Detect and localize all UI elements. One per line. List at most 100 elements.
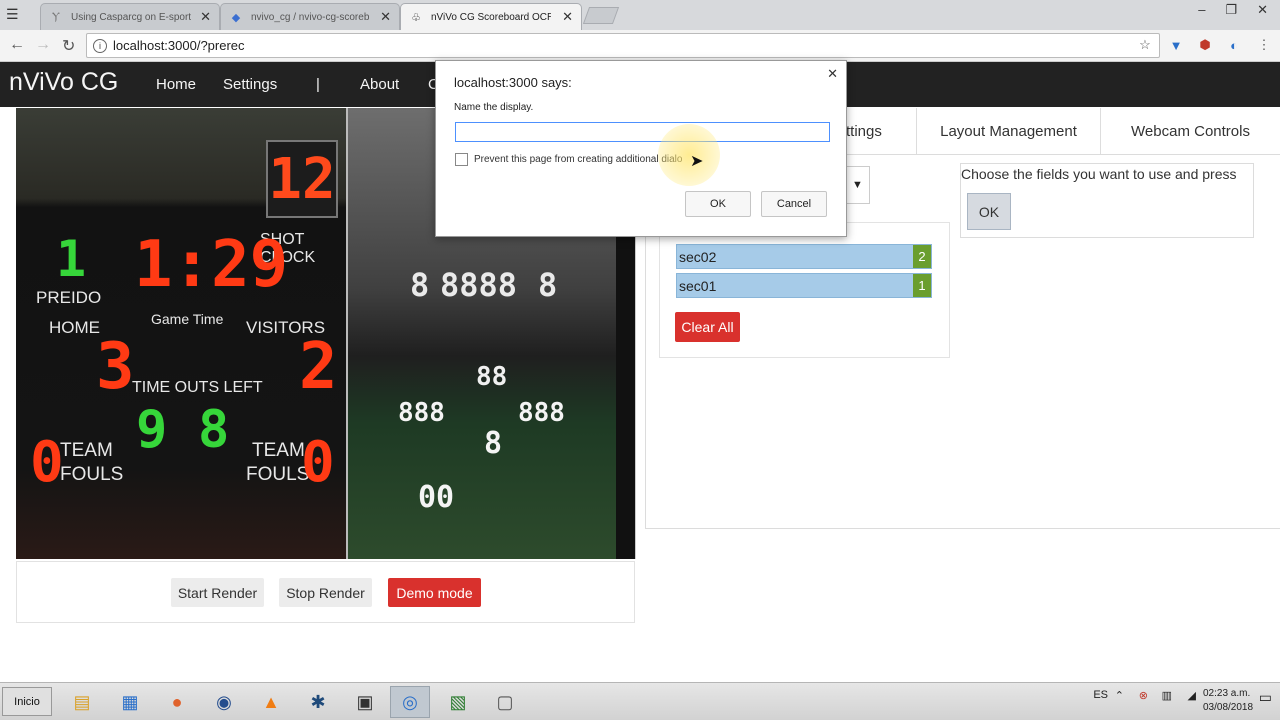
dialog-title: localhost:3000 says: — [454, 75, 572, 90]
clock-date: 03/08/2018 — [1203, 702, 1254, 713]
page-favicon-icon: ♧ — [411, 11, 421, 24]
extension-wave-icon[interactable]: ◐ — [1226, 37, 1242, 53]
controller-digit: 888 — [398, 398, 445, 428]
timeouts-label: TIME OUTS LEFT — [132, 379, 263, 396]
tab-close-icon[interactable]: ✕ — [380, 9, 391, 25]
language-indicator[interactable]: ES — [1093, 689, 1108, 701]
chrome-taskbar-icon[interactable]: ◎ — [390, 686, 430, 718]
field-item[interactable]: sec02 2 — [676, 244, 932, 269]
prevent-dialogs-label: Prevent this page from creating addition… — [474, 154, 683, 165]
home-score: 3 — [96, 330, 135, 404]
tray-arrow-icon[interactable]: ⌃ — [1115, 689, 1124, 702]
scoreboard-video: 12 SHOT CLOCK 1 1:29 PREIDO HOME Game Ti… — [16, 108, 346, 559]
extension-v-icon[interactable]: ▼ — [1168, 37, 1184, 53]
firefox-icon[interactable]: ● — [157, 686, 197, 718]
display-name-input[interactable] — [455, 122, 830, 142]
browser-tab-3[interactable]: ♧ nViVo CG Scoreboard OCR ✕ — [400, 3, 582, 30]
chrome-menu-icon[interactable]: ⋮ — [1256, 37, 1272, 53]
controller-digit: 8 — [484, 426, 503, 461]
home-team-name: PREIDO — [36, 288, 102, 307]
home-label: HOME — [49, 318, 100, 337]
controller-digit: 8 — [410, 266, 430, 304]
reload-icon[interactable]: ↻ — [62, 36, 75, 56]
prevent-dialogs-checkbox[interactable] — [455, 153, 468, 166]
browser-toolbar: ← → ↻ i localhost:3000/?prerec ☆ ▼ ⬢ ◐ ⋮ — [0, 30, 1280, 62]
home-fouls-label: FOULS — [60, 464, 124, 485]
tab-title: Using Casparcg on E-sports — [71, 11, 191, 23]
browser-tabstrip: ☰ Ⲩ Using Casparcg on E-sports ✕ ◆ nvivo… — [0, 0, 1280, 30]
gitlab-favicon-icon: ◆ — [231, 11, 241, 24]
demo-mode-button[interactable]: Demo mode — [388, 578, 481, 607]
field-name: sec02 — [679, 248, 717, 265]
notification-icon[interactable]: ▭ — [1259, 689, 1272, 706]
start-button[interactable]: Inicio — [2, 687, 52, 716]
cursor-highlight — [658, 124, 720, 186]
file-explorer-icon[interactable]: ▤ — [62, 686, 102, 718]
clear-all-button[interactable]: Clear All — [675, 312, 740, 342]
vlc-icon[interactable]: ▲ — [251, 686, 291, 718]
youtube-favicon-icon: Ⲩ — [52, 10, 60, 23]
visitors-team-label: TEAM — [252, 440, 305, 461]
clock-time: 02:23 a.m. — [1203, 688, 1251, 699]
ublock-icon[interactable]: ⬢ — [1197, 37, 1213, 53]
url-text: localhost:3000/?prerec — [113, 38, 245, 53]
brand-logo[interactable]: nViVo CG — [9, 68, 118, 97]
caret-down-icon[interactable]: ▼ — [846, 166, 870, 204]
taskbar: Inicio ▤ ▦ ● ◉ ▲ ✱ ▣ ◎ ▧ ▢ ES ⌃ ⊗ ▥ ◢ 02… — [0, 682, 1280, 720]
tray-block-icon[interactable]: ⊗ — [1139, 689, 1148, 702]
settings-tabs: ttings Layout Management Webcam Controls — [846, 108, 1280, 154]
bookmark-star-icon[interactable]: ☆ — [1137, 37, 1153, 53]
window-close-icon[interactable]: ✕ — [1257, 2, 1268, 18]
terminal-icon[interactable]: ▣ — [345, 686, 385, 718]
tab-title: nvivo_cg / nvivo-cg-scoreb — [251, 11, 370, 23]
globe-icon[interactable]: ◉ — [204, 686, 244, 718]
game-time-label: Game Time — [151, 311, 224, 327]
new-tab-button[interactable] — [582, 7, 620, 24]
start-render-button[interactable]: Start Render — [171, 578, 264, 607]
browser-tab-1[interactable]: Ⲩ Using Casparcg on E-sports ✕ — [40, 3, 220, 30]
dialog-ok-button[interactable]: OK — [685, 191, 751, 217]
tab-close-icon[interactable]: ✕ — [562, 9, 573, 25]
maximize-icon[interactable]: ❐ — [1225, 2, 1237, 18]
prompt-dialog: localhost:3000 says: ✕ Name the display.… — [435, 60, 847, 237]
info-icon[interactable]: i — [93, 38, 107, 53]
field-badge: 1 — [913, 274, 931, 297]
game-time-display: 1:29 — [134, 228, 289, 302]
visitors-fouls-label: FOULS — [246, 464, 310, 485]
stop-render-button[interactable]: Stop Render — [279, 578, 372, 607]
dialog-close-icon[interactable]: ✕ — [827, 66, 838, 82]
field-item[interactable]: sec01 1 — [676, 273, 932, 298]
home-fouls: 0 — [30, 430, 64, 495]
mouse-pointer-icon: ➤ — [690, 153, 704, 170]
browser-menu-icon[interactable]: ☰ — [6, 6, 19, 23]
nav-about[interactable]: About — [360, 76, 399, 93]
window-controls: – ❐ ✕ — [1198, 2, 1268, 18]
forward-icon[interactable]: → — [35, 36, 51, 54]
tray-device-icon[interactable]: ▥ — [1162, 689, 1172, 702]
tab-settings[interactable]: ttings — [846, 108, 916, 154]
window-icon[interactable]: ▢ — [485, 686, 525, 718]
controller-digit: 00 — [418, 480, 455, 515]
controller-digit: 88 — [476, 362, 508, 392]
shot-clock-display: 12 — [266, 140, 338, 218]
choose-fields-text: Choose the fields you want to use and pr… — [961, 166, 1237, 182]
ok-button[interactable]: OK — [967, 193, 1011, 230]
nav-home[interactable]: Home — [156, 76, 196, 93]
apps-grid-icon[interactable]: ▦ — [110, 686, 150, 718]
address-bar[interactable]: i localhost:3000/?prerec — [86, 33, 1160, 58]
network-icon[interactable]: ✱ — [298, 686, 338, 718]
tab-webcam-controls[interactable]: Webcam Controls — [1100, 108, 1280, 154]
start-label: Inicio — [14, 695, 40, 708]
editor-icon[interactable]: ▧ — [438, 686, 478, 718]
tray-signal-icon[interactable]: ◢ — [1188, 689, 1196, 702]
dialog-cancel-button[interactable]: Cancel — [761, 191, 827, 217]
back-icon[interactable]: ← — [9, 36, 25, 54]
home-timeouts: 9 — [136, 400, 168, 460]
browser-tab-2[interactable]: ◆ nvivo_cg / nvivo-cg-scoreb ✕ — [220, 3, 400, 30]
tab-close-icon[interactable]: ✕ — [200, 9, 211, 25]
tab-layout-management[interactable]: Layout Management — [916, 108, 1100, 154]
nav-settings[interactable]: Settings — [223, 76, 277, 93]
system-clock[interactable]: 02:23 a.m. 03/08/2018 — [1203, 687, 1253, 715]
tab-title: nViVo CG Scoreboard OCR — [431, 11, 551, 23]
minimize-icon[interactable]: – — [1198, 2, 1205, 18]
